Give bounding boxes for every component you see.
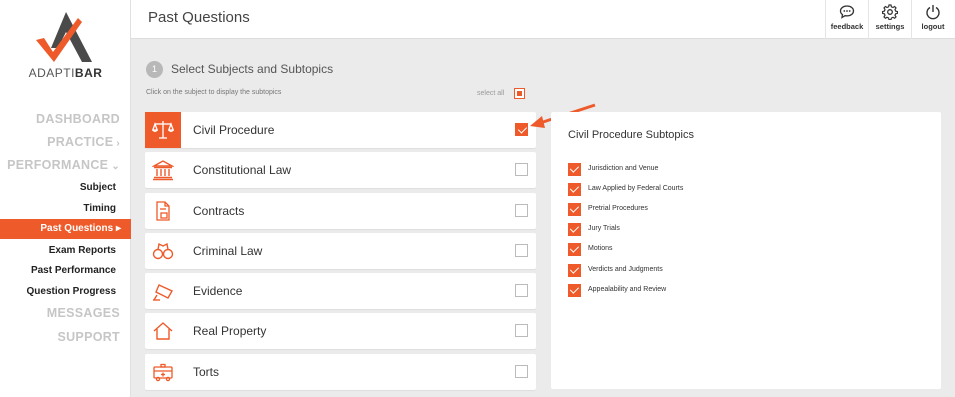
logout-button[interactable]: logout — [911, 0, 954, 39]
adaptibar-logo — [36, 12, 92, 62]
subject-label: Criminal Law — [193, 244, 263, 258]
scales-icon — [152, 121, 174, 139]
subject-row[interactable]: Constitutional Law — [145, 152, 536, 188]
subject-row[interactable]: Criminal Law — [145, 233, 536, 269]
subtopics-title: Civil Procedure Subtopics — [568, 129, 694, 141]
feedback-label: feedback — [830, 22, 864, 31]
select-all-label: select all — [477, 90, 505, 97]
subject-checkbox[interactable] — [515, 244, 528, 257]
security-camera-icon — [153, 284, 173, 301]
subtopic-label: Appealability and Review — [588, 286, 667, 293]
ambulance-icon — [153, 363, 173, 382]
top-header: Past Questions feedback settings logout — [131, 0, 955, 39]
subject-icon-wrap — [145, 313, 181, 349]
power-icon — [926, 5, 940, 20]
subtopic-label: Jury Trials — [588, 225, 620, 232]
subject-row[interactable]: Torts — [145, 354, 536, 390]
chevron-down-icon: ⌄ — [111, 161, 120, 172]
subject-icon-wrap — [145, 233, 181, 269]
subtopic-checkbox[interactable] — [568, 183, 581, 196]
subtopic-label: Law Applied by Federal Courts — [588, 185, 684, 192]
nav-messages[interactable]: MESSAGES — [47, 306, 120, 320]
step-number-badge: 1 — [146, 61, 163, 78]
subtopic-checkbox[interactable] — [568, 284, 581, 297]
subject-label: Constitutional Law — [193, 163, 292, 177]
subject-row[interactable]: Real Property — [145, 313, 536, 349]
house-icon — [153, 322, 173, 340]
subject-icon-wrap — [145, 112, 181, 148]
subject-label: Evidence — [193, 284, 243, 298]
nav-subject[interactable]: Subject — [80, 182, 116, 193]
subject-row[interactable]: Civil Procedure — [145, 112, 536, 148]
gear-icon — [882, 4, 898, 20]
brand-name: ADAPTIBAR — [28, 66, 103, 80]
nav-dashboard[interactable]: DASHBOARD — [36, 112, 120, 126]
subtopic-checkbox[interactable] — [568, 223, 581, 236]
select-all-checkbox[interactable] — [514, 88, 525, 99]
subtopics-panel: Civil Procedure Subtopics Jurisdiction a… — [551, 112, 941, 389]
subject-checkbox[interactable] — [515, 365, 528, 378]
nav-past-questions[interactable]: Past Questions ▸ — [0, 219, 131, 239]
page-title: Past Questions — [148, 9, 250, 26]
subtopic-label: Pretrial Procedures — [588, 205, 648, 212]
subject-icon-wrap — [145, 193, 181, 229]
nav-timing[interactable]: Timing — [83, 203, 116, 214]
subject-checkbox[interactable] — [515, 324, 528, 337]
subject-label: Civil Procedure — [193, 123, 275, 137]
settings-label: settings — [875, 22, 905, 31]
nav-support[interactable]: SUPPORT — [57, 330, 120, 344]
instruction-text: Click on the subject to display the subt… — [146, 89, 282, 96]
chat-bubble-icon — [839, 5, 855, 19]
nav-performance[interactable]: PERFORMANCE ⌄ — [7, 158, 120, 172]
subject-checkbox[interactable] — [515, 284, 528, 297]
subject-icon-wrap — [145, 354, 181, 390]
nav-question-progress[interactable]: Question Progress — [27, 286, 116, 297]
subtopic-label: Motions — [588, 245, 613, 252]
subject-icon-wrap — [145, 152, 181, 188]
subtopic-checkbox[interactable] — [568, 203, 581, 216]
handcuffs-icon — [152, 242, 174, 260]
subject-label: Real Property — [193, 324, 267, 338]
subject-row[interactable]: Contracts — [145, 193, 536, 229]
subject-checkbox[interactable] — [515, 204, 528, 217]
subject-label: Torts — [193, 365, 220, 379]
subject-label: Contracts — [193, 204, 245, 218]
chevron-right-icon: › — [116, 138, 120, 149]
subtopic-checkbox[interactable] — [568, 264, 581, 277]
nav-practice[interactable]: PRACTICE › — [47, 135, 120, 149]
subtopic-label: Verdicts and Judgments — [588, 266, 663, 273]
subject-row[interactable]: Evidence — [145, 273, 536, 309]
subject-icon-wrap — [145, 273, 181, 309]
courthouse-icon — [152, 160, 174, 181]
settings-button[interactable]: settings — [868, 0, 911, 39]
contract-document-icon — [156, 201, 170, 221]
subject-checkbox[interactable] — [515, 163, 528, 176]
sidebar: ADAPTIBAR DASHBOARD PRACTICE › PERFORMANC… — [0, 0, 131, 397]
logout-label: logout — [921, 22, 945, 31]
subtopic-checkbox[interactable] — [568, 243, 581, 256]
step-title: Select Subjects and Subtopics — [171, 62, 334, 76]
subtopic-label: Jurisdiction and Venue — [588, 165, 659, 172]
nav-past-performance[interactable]: Past Performance — [31, 265, 116, 276]
nav-exam-reports[interactable]: Exam Reports — [49, 245, 116, 256]
subtopic-checkbox[interactable] — [568, 163, 581, 176]
feedback-button[interactable]: feedback — [825, 0, 868, 39]
